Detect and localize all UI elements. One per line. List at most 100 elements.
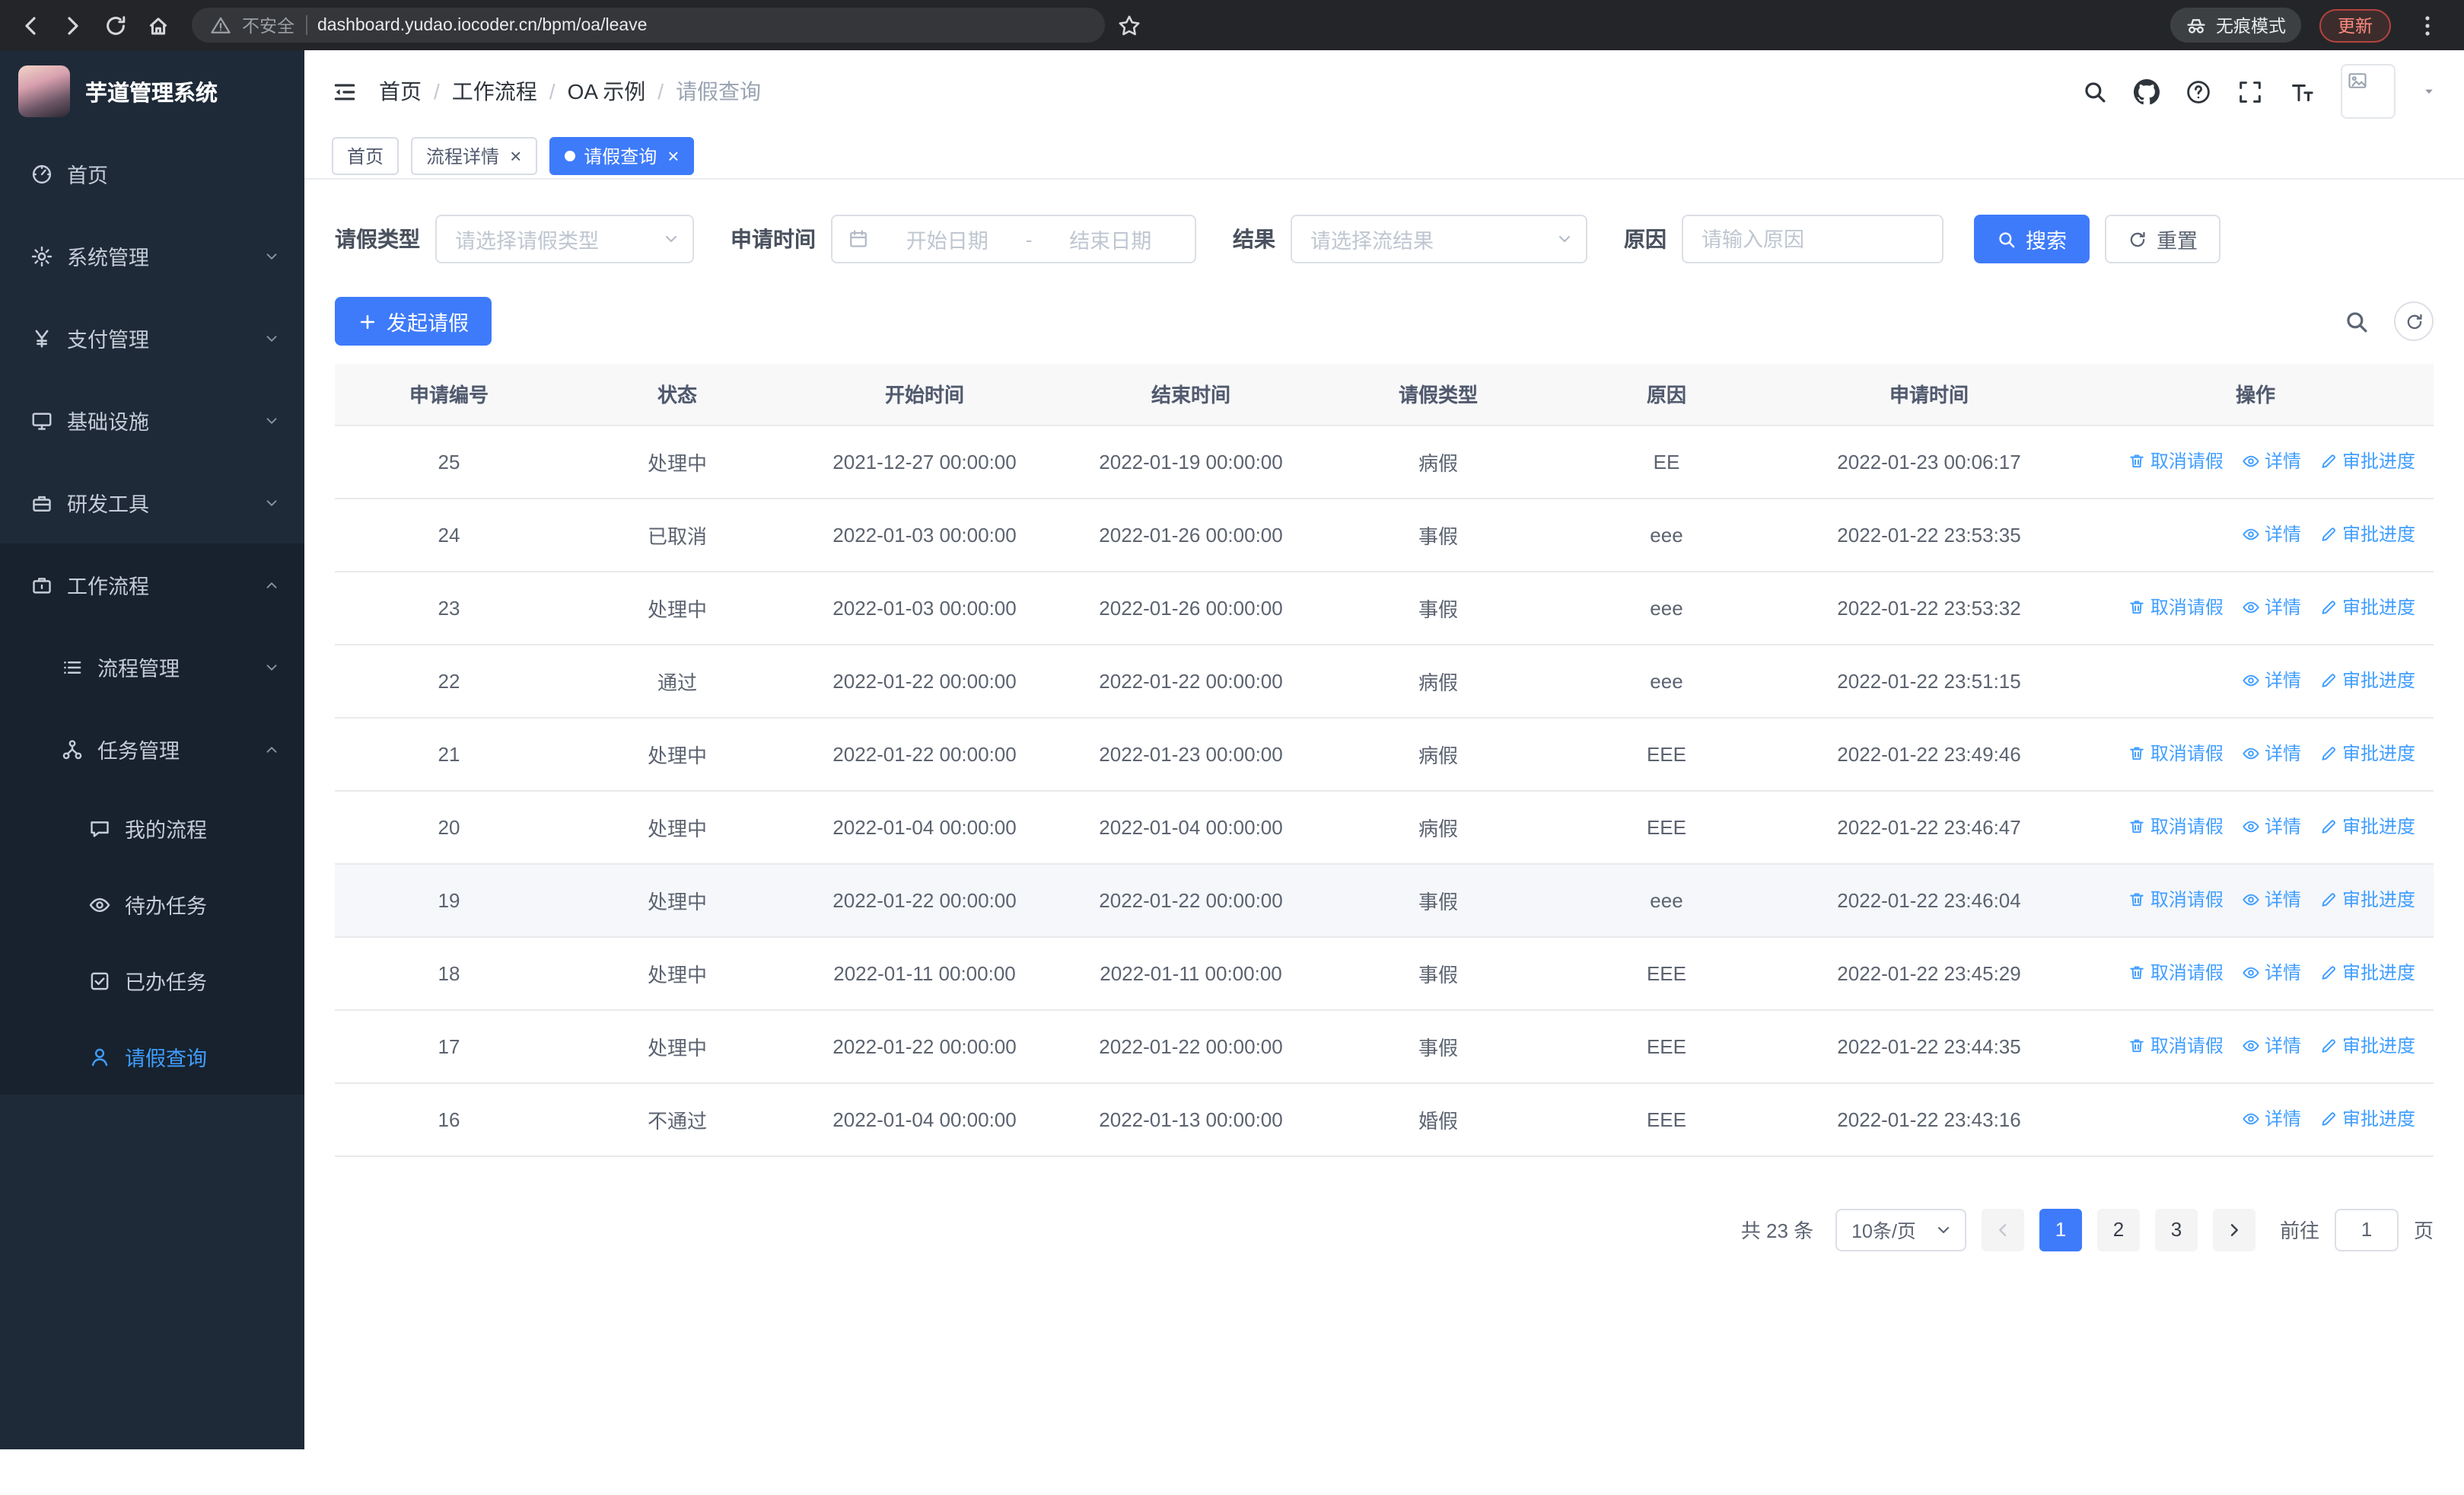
screen: 不安全 dashboard.yudao.iocoder.cn/bpm/oa/le… <box>0 0 2464 1495</box>
result-label: 结果 <box>1233 227 1275 251</box>
sidebar-item-process-management[interactable]: 流程管理 <box>0 626 304 708</box>
cancel-leave-link[interactable]: 取消请假 <box>2128 741 2224 767</box>
image-placeholder-icon <box>2347 70 2368 91</box>
page-size-select[interactable]: 10条/页 <box>1835 1208 1966 1251</box>
address-bar[interactable]: 不安全 dashboard.yudao.iocoder.cn/bpm/oa/le… <box>192 8 1105 43</box>
sidebar-item-home[interactable]: 首页 <box>0 132 304 215</box>
detail-link[interactable]: 详情 <box>2242 448 2301 474</box>
edit-icon <box>2319 744 2338 763</box>
warning-icon <box>210 14 231 36</box>
reset-button[interactable]: 重置 <box>2105 215 2220 263</box>
delete-icon <box>2128 598 2146 617</box>
detail-link-label: 详情 <box>2264 1035 2301 1057</box>
approval-progress-link[interactable]: 审批进度 <box>2319 1106 2415 1132</box>
next-page-button[interactable] <box>2212 1208 2255 1251</box>
sidebar-item-system[interactable]: 系统管理 <box>0 215 304 297</box>
cancel-leave-link[interactable]: 取消请假 <box>2128 814 2224 840</box>
reload-icon[interactable] <box>97 7 134 43</box>
help-icon[interactable] <box>2185 78 2211 104</box>
page-button-1[interactable]: 1 <box>2039 1208 2082 1251</box>
app-logo-row[interactable]: 芋道管理系统 <box>0 50 304 132</box>
user-avatar[interactable] <box>2341 64 2396 119</box>
tab-process-detail[interactable]: 流程详情 × <box>411 136 537 174</box>
approval-progress-link[interactable]: 审批进度 <box>2319 814 2415 840</box>
sidebar-item-leave-query[interactable]: 请假查询 <box>0 1018 304 1095</box>
leave-type-select[interactable]: 请选择请假类型 <box>435 215 694 263</box>
cancel-leave-link[interactable]: 取消请假 <box>2128 887 2224 913</box>
approval-progress-link[interactable]: 审批进度 <box>2319 741 2415 767</box>
detail-link[interactable]: 详情 <box>2242 741 2301 767</box>
approval-progress-link[interactable]: 审批进度 <box>2319 521 2415 547</box>
apply-time-range-input[interactable]: 开始日期 - 结束日期 <box>831 215 1196 263</box>
user-icon <box>88 1045 111 1068</box>
close-icon[interactable]: × <box>667 145 679 165</box>
home-icon[interactable] <box>140 7 177 43</box>
user-menu-caret-icon[interactable] <box>2421 84 2437 99</box>
approval-progress-link-label: 审批进度 <box>2341 597 2415 619</box>
plus-icon <box>358 311 377 331</box>
breadcrumb-item[interactable]: 工作流程 <box>452 76 537 107</box>
cell-end: 2022-01-26 00:00:00 <box>1058 498 1324 572</box>
prev-page-button[interactable] <box>1981 1208 2024 1251</box>
approval-progress-link[interactable]: 审批进度 <box>2319 594 2415 620</box>
sidebar-item-label: 待办任务 <box>125 895 207 918</box>
sidebar-item-payment[interactable]: 支付管理 <box>0 297 304 379</box>
sidebar-item-devtools[interactable]: 研发工具 <box>0 461 304 543</box>
cancel-leave-link[interactable]: 取消请假 <box>2128 960 2224 986</box>
back-icon[interactable] <box>12 7 49 43</box>
browser-menu-icon[interactable] <box>2409 7 2446 43</box>
cancel-leave-link-label: 取消请假 <box>2150 597 2224 619</box>
github-icon[interactable] <box>2134 78 2160 104</box>
approval-progress-link[interactable]: 审批进度 <box>2319 448 2415 474</box>
cancel-leave-link[interactable]: 取消请假 <box>2128 594 2224 620</box>
refresh-table-button[interactable] <box>2394 301 2434 341</box>
detail-link[interactable]: 详情 <box>2242 887 2301 913</box>
detail-link[interactable]: 详情 <box>2242 594 2301 620</box>
create-leave-button[interactable]: 发起请假 <box>335 297 492 346</box>
result-select[interactable]: 请选择流结果 <box>1291 215 1587 263</box>
forward-icon[interactable] <box>55 7 91 43</box>
approval-progress-link-label: 审批进度 <box>2341 743 2415 765</box>
sidebar-item-workflow[interactable]: 工作流程 <box>0 543 304 626</box>
sidebar-item-task-management[interactable]: 任务管理 <box>0 708 304 790</box>
breadcrumb-item[interactable]: OA 示例 <box>568 76 646 107</box>
cancel-leave-link[interactable]: 取消请假 <box>2128 448 2224 474</box>
bookmark-star-icon[interactable] <box>1111 7 1148 43</box>
approval-progress-link[interactable]: 审批进度 <box>2319 887 2415 913</box>
goto-page-input[interactable] <box>2334 1208 2399 1251</box>
app-title: 芋道管理系统 <box>85 81 218 106</box>
search-button[interactable]: 搜索 <box>1974 215 2090 263</box>
tab-leave-query[interactable]: 请假查询 × <box>549 136 695 174</box>
page-button-3[interactable]: 3 <box>2154 1208 2198 1251</box>
approval-progress-link[interactable]: 审批进度 <box>2319 668 2415 693</box>
page-button-2[interactable]: 2 <box>2096 1208 2140 1251</box>
toggle-search-icon[interactable] <box>2344 308 2370 334</box>
detail-link[interactable]: 详情 <box>2242 521 2301 547</box>
search-icon[interactable] <box>2082 78 2108 104</box>
collapse-menu-icon[interactable] <box>332 78 358 104</box>
detail-link[interactable]: 详情 <box>2242 814 2301 840</box>
tab-home[interactable]: 首页 <box>332 136 400 174</box>
sidebar: 芋道管理系统 首页 系统管理 支付管理 基础设施 研发工具 工作流程 流程管理 任务管理 我的流… <box>0 50 304 1449</box>
sidebar-item-my-process[interactable]: 我的流程 <box>0 790 304 866</box>
detail-link-label: 详情 <box>2264 451 2301 473</box>
breadcrumb-item[interactable]: 首页 <box>379 76 422 107</box>
reason-input[interactable] <box>1682 215 1944 263</box>
cancel-leave-link[interactable]: 取消请假 <box>2128 1033 2224 1059</box>
font-size-icon[interactable] <box>2289 78 2315 104</box>
cell-type: 事假 <box>1324 863 1552 937</box>
update-chip[interactable]: 更新 <box>2319 8 2391 42</box>
approval-progress-link[interactable]: 审批进度 <box>2319 1033 2415 1059</box>
close-icon[interactable]: × <box>510 145 521 165</box>
detail-link[interactable]: 详情 <box>2242 1033 2301 1059</box>
sidebar-item-done-tasks[interactable]: 已办任务 <box>0 942 304 1018</box>
fullscreen-icon[interactable] <box>2237 78 2263 104</box>
detail-link[interactable]: 详情 <box>2242 960 2301 986</box>
detail-link[interactable]: 详情 <box>2242 1106 2301 1132</box>
detail-link[interactable]: 详情 <box>2242 668 2301 693</box>
approval-progress-link[interactable]: 审批进度 <box>2319 960 2415 986</box>
chevron-down-icon <box>263 247 280 264</box>
sidebar-item-infrastructure[interactable]: 基础设施 <box>0 379 304 461</box>
sidebar-item-todo-tasks[interactable]: 待办任务 <box>0 866 304 942</box>
cell-applied: 2022-01-22 23:46:04 <box>1781 863 2077 937</box>
